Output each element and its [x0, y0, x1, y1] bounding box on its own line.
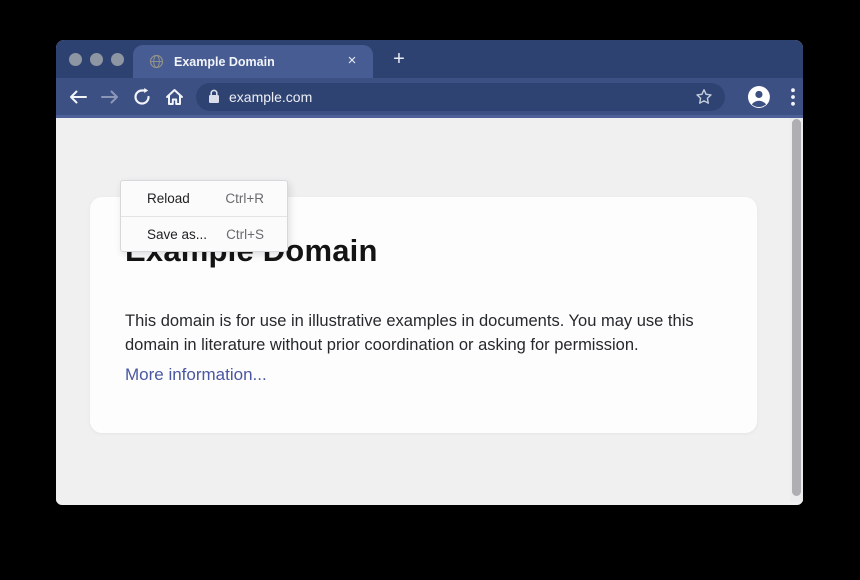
traffic-lights — [69, 53, 124, 66]
globe-favicon-icon — [149, 54, 164, 69]
context-menu-item-save-as[interactable]: Save as... Ctrl+S — [121, 216, 287, 251]
address-bar[interactable]: example.com — [196, 83, 725, 111]
home-icon — [165, 88, 184, 106]
tab-title: Example Domain — [174, 55, 343, 69]
tab-close-icon[interactable]: × — [343, 53, 361, 71]
minimize-window-button[interactable] — [90, 53, 103, 66]
menu-item-shortcut: Ctrl+S — [226, 227, 264, 242]
back-button[interactable] — [64, 83, 92, 111]
menu-item-shortcut: Ctrl+R — [225, 191, 264, 206]
context-menu: Reload Ctrl+R Save as... Ctrl+S — [120, 180, 288, 252]
home-button[interactable] — [160, 83, 188, 111]
profile-avatar-icon[interactable] — [747, 85, 771, 109]
lock-icon — [208, 89, 220, 104]
bookmark-star-icon[interactable] — [695, 88, 713, 106]
three-dot-menu-icon — [791, 88, 795, 106]
back-arrow-icon — [68, 89, 88, 105]
new-tab-button[interactable]: + — [386, 47, 412, 73]
tab-strip: Example Domain × + — [56, 40, 803, 78]
menu-item-label: Reload — [147, 191, 225, 206]
context-menu-item-reload[interactable]: Reload Ctrl+R — [121, 181, 287, 216]
reload-button[interactable] — [128, 83, 156, 111]
browser-menu-button[interactable] — [783, 85, 803, 109]
reload-icon — [133, 88, 151, 106]
browser-toolbar: example.com — [56, 78, 803, 118]
page-body-text: This domain is for use in illustrative e… — [125, 309, 725, 357]
page-viewport: Example Domain This domain is for use in… — [56, 118, 803, 502]
maximize-window-button[interactable] — [111, 53, 124, 66]
scrollbar-thumb[interactable] — [792, 119, 801, 496]
menu-item-label: Save as... — [147, 227, 226, 242]
forward-button[interactable] — [96, 83, 124, 111]
url-text[interactable]: example.com — [229, 89, 695, 105]
browser-window: Example Domain × + — [56, 40, 803, 505]
tab-example-domain[interactable]: Example Domain × — [133, 45, 373, 78]
more-information-link[interactable]: More information... — [125, 365, 267, 385]
scrollbar-track[interactable] — [790, 118, 803, 502]
close-window-button[interactable] — [69, 53, 82, 66]
forward-arrow-icon — [100, 89, 120, 105]
